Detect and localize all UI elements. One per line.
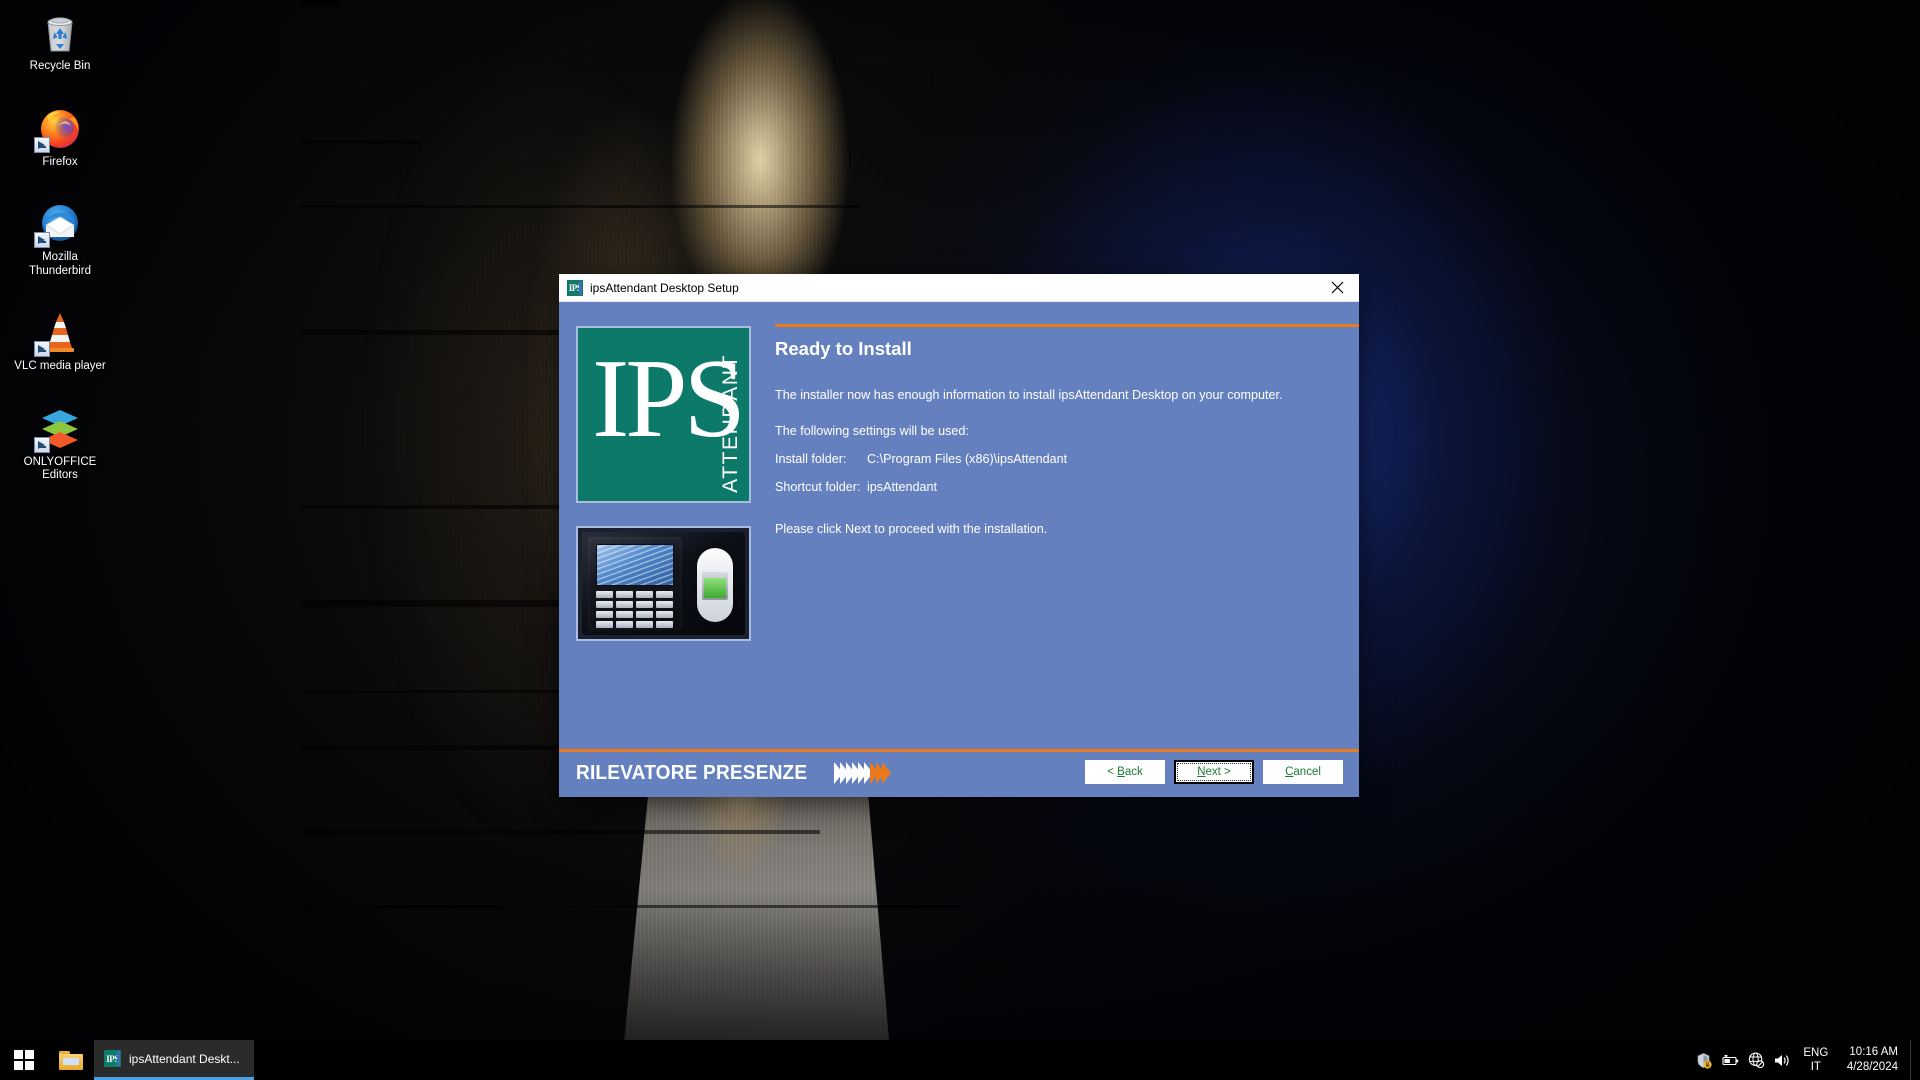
fingerprint-reader-icon — [697, 548, 733, 622]
install-folder-label: Install folder: — [775, 452, 847, 466]
language-indicator[interactable]: ENG IT — [1795, 1046, 1837, 1074]
accent-rule — [775, 324, 1359, 327]
shortcut-overlay-icon — [34, 136, 50, 153]
terminal-body — [582, 532, 745, 635]
terminal-faceplate — [588, 537, 682, 630]
clock[interactable]: 10:16 AM 4/28/2024 — [1837, 1045, 1910, 1075]
window-title: ipsAttendant Desktop Setup — [590, 280, 739, 295]
installer-footer: RILEVATORE PRESENZE < Back Next > Cancel — [559, 749, 1359, 797]
firefox-icon — [34, 104, 84, 153]
windows-start-icon[interactable] — [0, 1040, 48, 1080]
chevron-arrows-icon — [833, 762, 891, 784]
taskbar: IPS ipsAttendant Deskt... ENG IT 10:16 A… — [0, 1040, 1920, 1080]
desktop-icon-label: ONLYOFFICE Editors — [23, 455, 97, 482]
ips-attendant-logo: IPS ATTENDANT — [576, 326, 751, 503]
vlc-icon — [34, 308, 84, 357]
desktop-icon-thunderbird[interactable]: Mozilla Thunderbird — [12, 199, 108, 278]
ips-app-icon: IPS — [104, 1050, 121, 1067]
brand-banner-text: RILEVATORE PRESENZE — [576, 761, 808, 784]
installer-window: IPS ipsAttendant Desktop Setup IPS ATTEN… — [559, 274, 1359, 797]
back-button[interactable]: < Back — [1085, 760, 1165, 784]
install-folder-value: C:\Program Files (x86)\ipsAttendant — [867, 452, 1068, 466]
onlyoffice-icon — [34, 404, 84, 453]
dialog-button-row: < Back Next > Cancel — [1085, 760, 1343, 784]
battery-icon[interactable] — [1717, 1040, 1743, 1080]
recycle-bin-icon — [36, 8, 84, 56]
installer-side-panel: IPS ATTENDANT — [576, 326, 751, 641]
language-line-1: ENG — [1803, 1047, 1829, 1059]
shortcut-overlay-icon — [34, 341, 50, 357]
brand-banner: RILEVATORE PRESENZE — [576, 761, 891, 785]
taskbar-item-ipsattendant[interactable]: IPS ipsAttendant Deskt... — [94, 1040, 254, 1080]
security-shield-icon[interactable] — [1691, 1040, 1717, 1080]
logo-wordmark: ATTENDANT — [719, 354, 742, 493]
installer-titlebar[interactable]: IPS ipsAttendant Desktop Setup — [559, 274, 1359, 302]
terminal-screen — [596, 544, 674, 586]
thunderbird-icon — [34, 199, 84, 248]
shortcut-folder-label: Shortcut folder: — [775, 480, 861, 494]
installer-body: IPS ATTENDANT Ready to Install The insta… — [559, 302, 1359, 797]
next-button[interactable]: Next > — [1174, 760, 1254, 784]
terminal-keypad — [596, 591, 676, 631]
page-title: Ready to Install — [775, 338, 912, 359]
intro-text: The installer now has enough information… — [775, 388, 1283, 402]
desktop-icon-label: Recycle Bin — [29, 60, 91, 72]
desktop-icon-label: Firefox — [42, 155, 78, 168]
network-globe-icon[interactable] — [1743, 1040, 1769, 1080]
shortcut-overlay-icon — [34, 232, 50, 248]
desktop-icon-vlc[interactable]: VLC media player — [12, 308, 108, 374]
desktop-icon-recycle-bin[interactable]: Recycle Bin — [12, 8, 108, 74]
ips-app-icon: IPS — [567, 279, 583, 296]
installer-content: Ready to Install The installer now has e… — [775, 302, 1359, 797]
settings-lead-text: The following settings will be used: — [775, 424, 969, 438]
attendance-terminal-photo — [576, 526, 751, 641]
file-explorer-icon[interactable] — [48, 1040, 94, 1080]
close-icon[interactable] — [1315, 274, 1359, 302]
taskbar-item-label: ipsAttendant Deskt... — [129, 1051, 240, 1066]
clock-date: 4/28/2024 — [1846, 1061, 1898, 1073]
closing-text: Please click Next to proceed with the in… — [775, 522, 1048, 536]
system-tray: ENG IT 10:16 AM 4/28/2024 — [1691, 1040, 1920, 1080]
fingerprint-sensor-window — [702, 572, 728, 600]
cancel-button[interactable]: Cancel — [1263, 760, 1343, 784]
shortcut-folder-value: ipsAttendant — [867, 480, 938, 494]
desktop-icon-firefox[interactable]: Firefox — [12, 104, 108, 170]
desktop-icon-label: VLC media player — [14, 360, 106, 372]
desktop-icon-label: Mozilla Thunderbird — [28, 251, 91, 277]
shortcut-overlay-icon — [34, 436, 50, 453]
show-desktop-button[interactable] — [1910, 1040, 1916, 1080]
desktop-icon-onlyoffice[interactable]: ONLYOFFICE Editors — [12, 404, 108, 483]
language-line-2: IT — [1810, 1061, 1821, 1073]
clock-time: 10:16 AM — [1849, 1046, 1898, 1058]
desktop-icon-list: Recycle Bin Firefox Mozilla Thunderbird … — [0, 8, 120, 513]
volume-icon[interactable] — [1769, 1040, 1795, 1080]
